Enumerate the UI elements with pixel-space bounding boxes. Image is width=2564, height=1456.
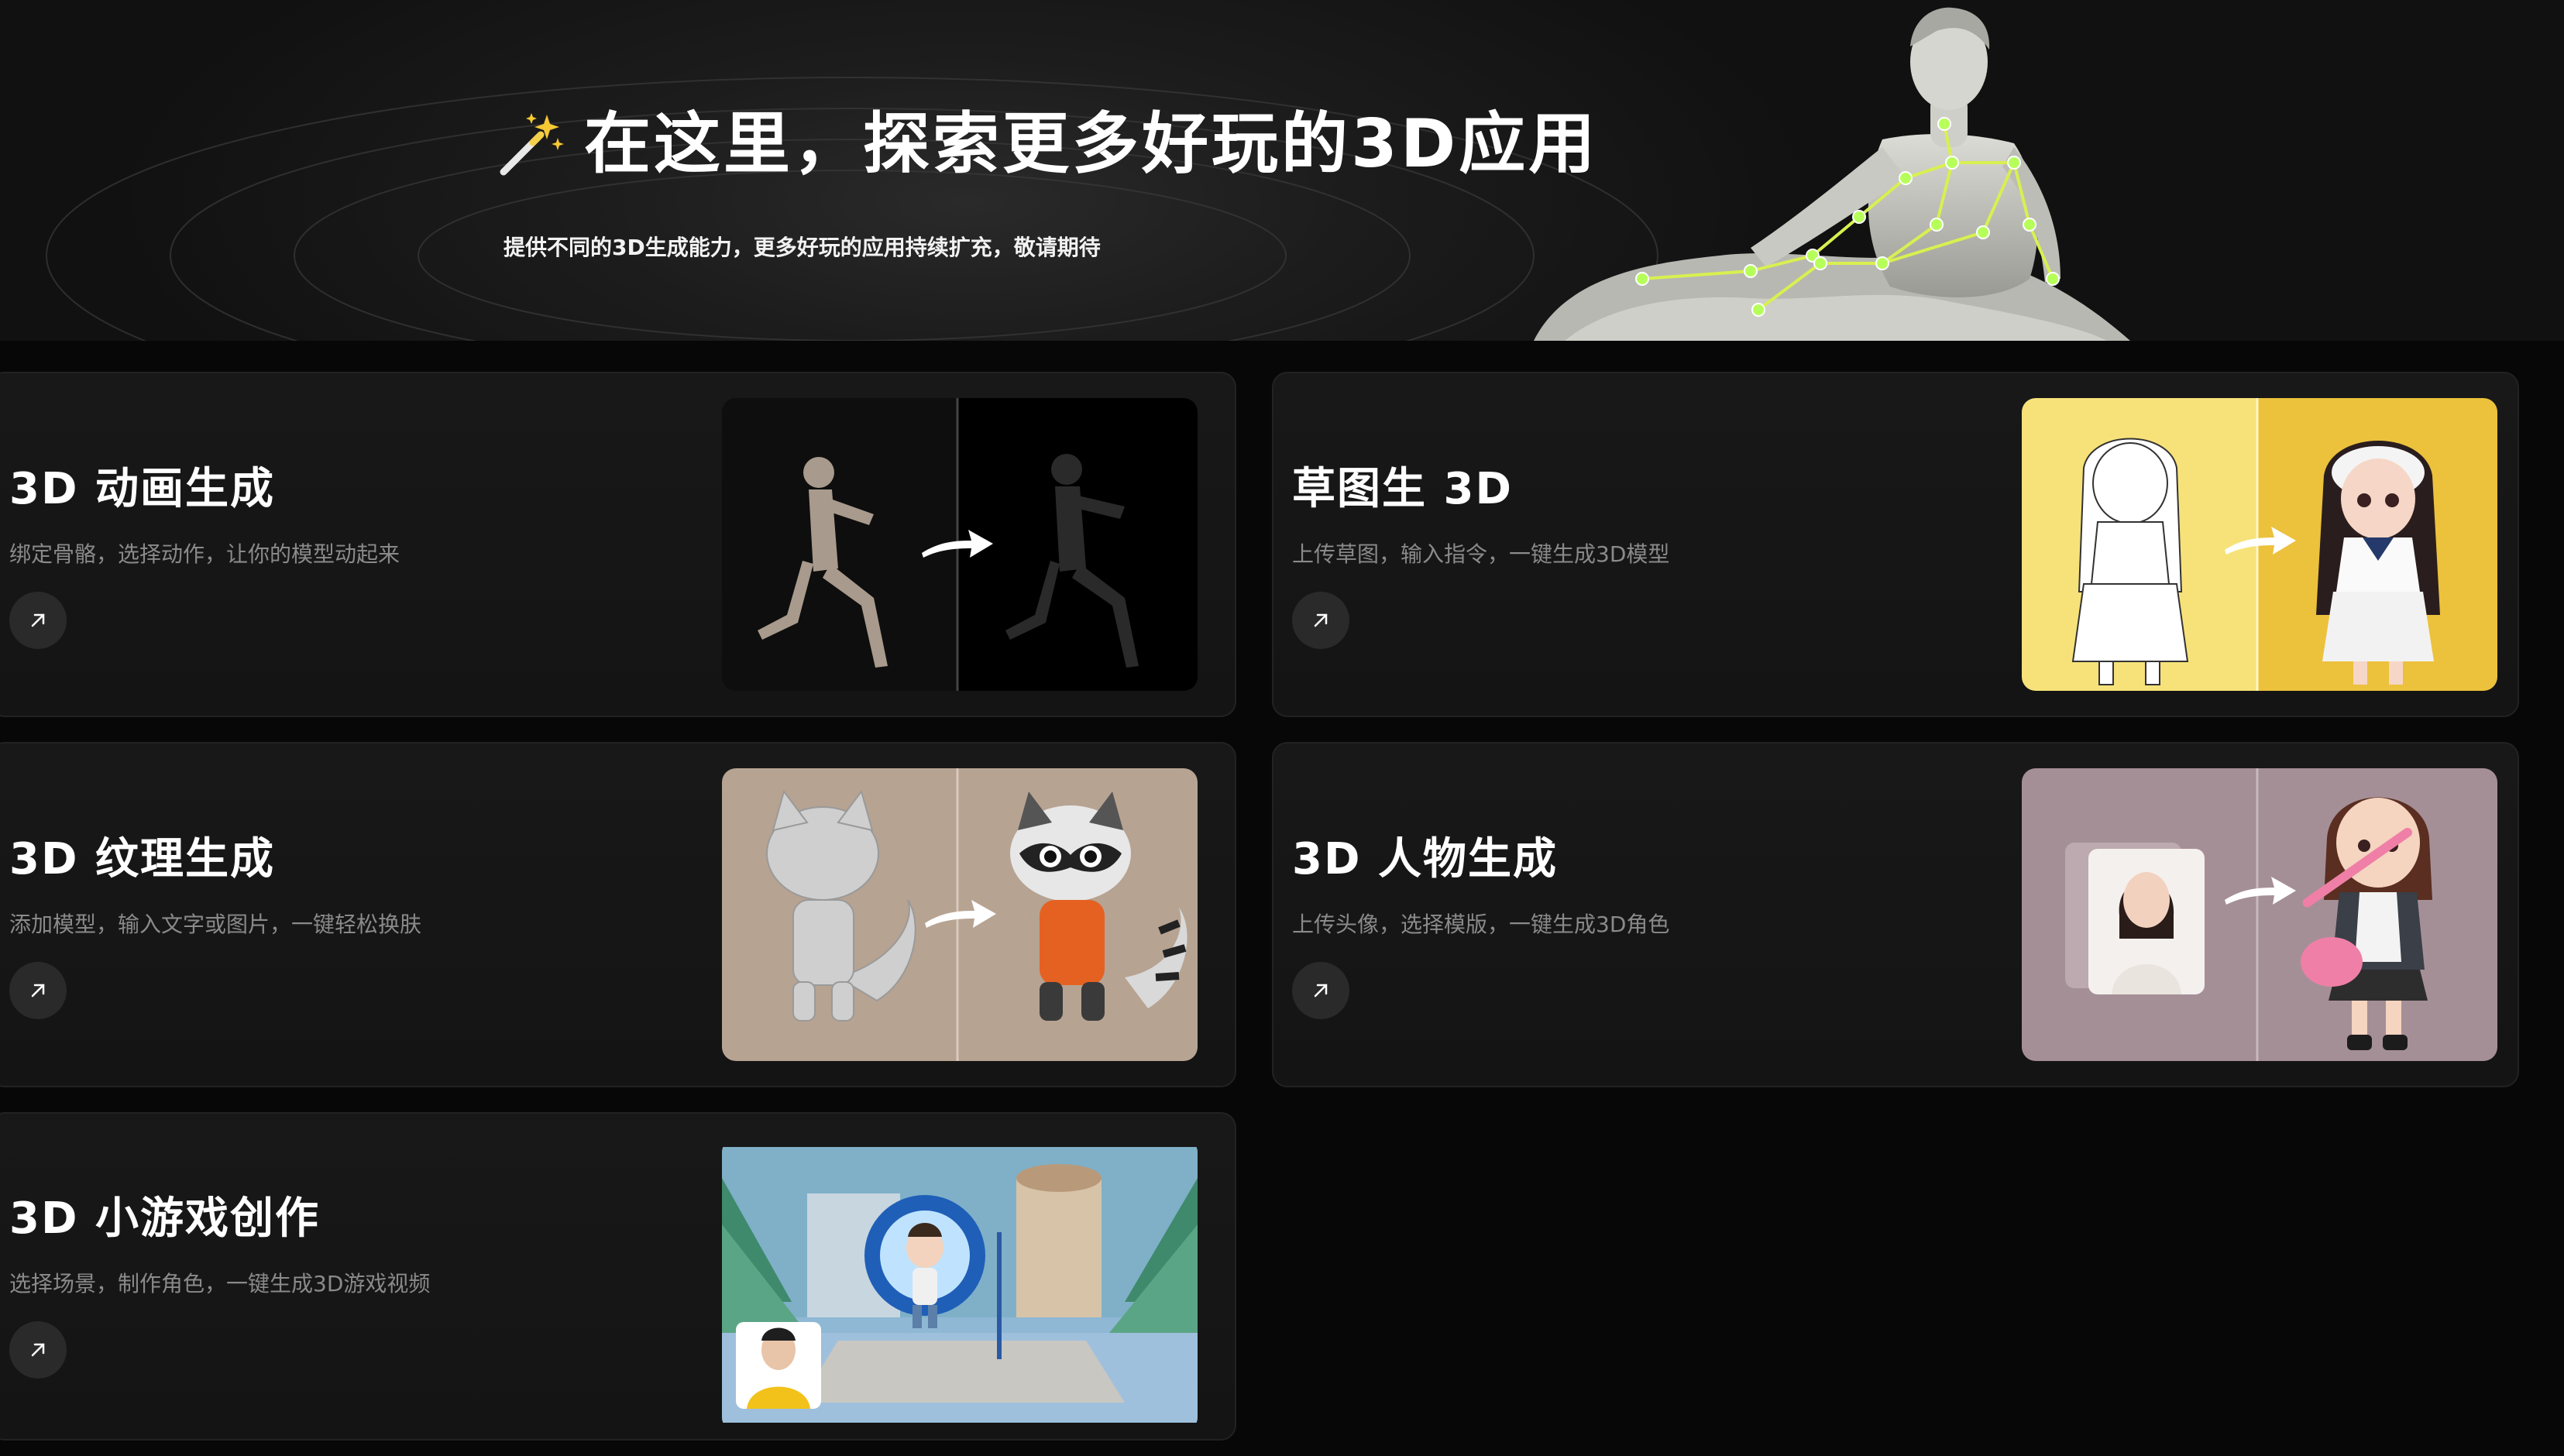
hero-title: 在这里，探索更多好玩的3D应用 bbox=[584, 105, 1599, 183]
arrow-up-right-icon bbox=[31, 984, 45, 998]
open-card-button[interactable] bbox=[9, 962, 67, 1019]
hero-title-row: 在这里，探索更多好玩的3D应用 bbox=[496, 108, 1598, 180]
open-card-button[interactable] bbox=[9, 592, 67, 649]
animation-preview-image bbox=[722, 398, 1198, 691]
card-title: 3D 小游戏创作 bbox=[9, 1193, 320, 1244]
arrow-up-right-icon bbox=[1314, 984, 1328, 998]
hero-banner: 在这里，探索更多好玩的3D应用 提供不同的3D生成能力，更多好玩的应用持续扩充，… bbox=[0, 0, 2564, 341]
arrow-up-right-icon bbox=[31, 1343, 45, 1357]
card-3d-character[interactable]: 3D 人物生成 上传头像，选择模版，一键生成3D角色 bbox=[1272, 742, 2519, 1087]
arrow-up-right-icon bbox=[31, 613, 45, 627]
card-description: 选择场景，制作角色，一键生成3D游戏视频 bbox=[9, 1271, 431, 1296]
card-title: 3D 人物生成 bbox=[1292, 834, 1558, 884]
texture-preview-image bbox=[722, 768, 1198, 1061]
open-card-button[interactable] bbox=[9, 1321, 67, 1379]
statue-skeleton-image bbox=[1534, 7, 2130, 341]
card-3d-texture[interactable]: 3D 纹理生成 添加模型，输入文字或图片，一键轻松换肤 bbox=[0, 742, 1236, 1087]
magic-wand-icon bbox=[500, 113, 564, 176]
mini-game-preview-image bbox=[722, 1138, 1198, 1431]
open-card-button[interactable] bbox=[1292, 962, 1349, 1019]
open-card-button[interactable] bbox=[1292, 592, 1349, 649]
card-title: 3D 纹理生成 bbox=[9, 834, 275, 884]
card-sketch-to-3d[interactable]: 草图生 3D 上传草图，输入指令，一键生成3D模型 bbox=[1272, 372, 2519, 717]
card-description: 上传头像，选择模版，一键生成3D角色 bbox=[1292, 912, 1670, 937]
card-title: 3D 动画生成 bbox=[9, 464, 275, 514]
arrow-up-right-icon bbox=[1314, 613, 1328, 627]
card-title: 草图生 3D bbox=[1292, 464, 1513, 514]
card-3d-mini-game[interactable]: 3D 小游戏创作 选择场景，制作角色，一键生成3D游戏视频 bbox=[0, 1112, 1236, 1441]
card-description: 添加模型，输入文字或图片，一键轻松换肤 bbox=[9, 912, 422, 937]
hero-subtitle: 提供不同的3D生成能力，更多好玩的应用持续扩充，敬请期待 bbox=[504, 235, 1101, 260]
card-description: 上传草图，输入指令，一键生成3D模型 bbox=[1292, 541, 1670, 567]
character-preview-image bbox=[2022, 768, 2497, 1061]
card-description: 绑定骨骼，选择动作，让你的模型动起来 bbox=[9, 541, 400, 567]
card-3d-animation[interactable]: 3D 动画生成 绑定骨骼，选择动作，让你的模型动起来 bbox=[0, 372, 1236, 717]
sketch-preview-image bbox=[2022, 398, 2497, 691]
